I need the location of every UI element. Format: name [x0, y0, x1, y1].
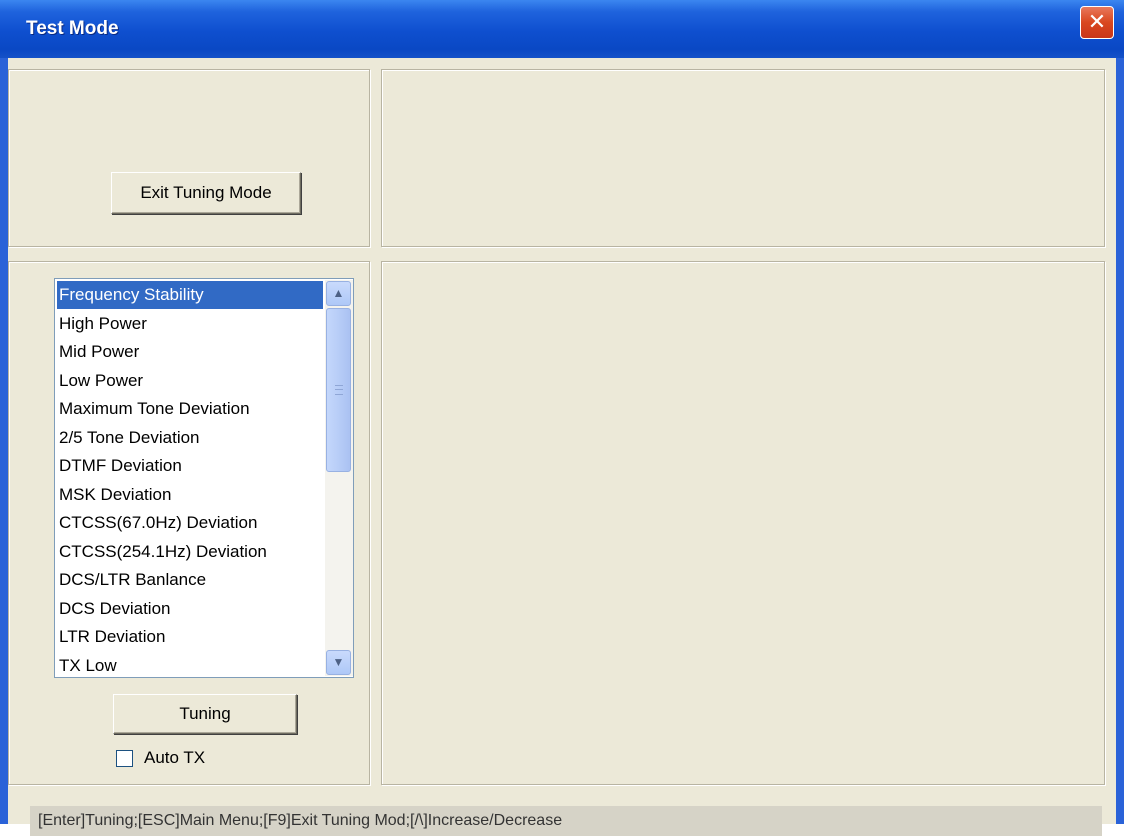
list-item[interactable]: Mid Power: [57, 338, 323, 366]
tuning-item-list[interactable]: Frequency Stability High Power Mid Power Lo…: [54, 278, 354, 678]
test-mode-window: Test Mode ✕ Exit Tuning Mode Frequency S…: [0, 0, 1124, 836]
list-scrollbar[interactable]: ▲ ▼: [325, 280, 353, 676]
exit-tuning-mode-button[interactable]: Exit Tuning Mode: [111, 172, 301, 214]
tuning-detail-panel: [381, 261, 1105, 785]
list-item[interactable]: LTR Deviation: [57, 623, 323, 651]
list-item[interactable]: CTCSS(67.0Hz) Deviation: [57, 509, 323, 537]
list-item[interactable]: DTMF Deviation: [57, 452, 323, 480]
close-icon: ✕: [1087, 9, 1107, 34]
grip-icon: [335, 385, 343, 395]
list-item[interactable]: Frequency Stability: [57, 281, 323, 309]
chevron-down-icon: ▼: [332, 655, 345, 669]
title-bar[interactable]: Test Mode ✕: [0, 0, 1124, 58]
auto-tx-label: Auto TX: [144, 748, 206, 767]
list-item[interactable]: DCS/LTR Banlance: [57, 566, 323, 594]
auto-tx-checkbox[interactable]: [116, 750, 133, 767]
list-item[interactable]: MSK Deviation: [57, 481, 323, 509]
list-item[interactable]: DCS Deviation: [57, 595, 323, 623]
status-text: [Enter]Tuning;[ESC]Main Menu;[F9]Exit Tu…: [38, 812, 563, 829]
control-panel-top: Exit Tuning Mode: [8, 69, 370, 247]
client-area: Exit Tuning Mode Frequency Stability High…: [8, 58, 1116, 836]
chevron-up-icon: ▲: [332, 286, 345, 300]
close-button[interactable]: ✕: [1080, 6, 1114, 39]
scroll-down-button[interactable]: ▼: [326, 650, 351, 675]
list-item[interactable]: High Power: [57, 310, 323, 338]
scroll-up-button[interactable]: ▲: [326, 281, 351, 306]
scroll-thumb[interactable]: [326, 308, 351, 472]
list-item[interactable]: Low Power: [57, 367, 323, 395]
tuning-button[interactable]: Tuning: [113, 694, 297, 734]
list-item[interactable]: 2/5 Tone Deviation: [57, 424, 323, 452]
list-item[interactable]: CTCSS(254.1Hz) Deviation: [57, 538, 323, 566]
list-item[interactable]: Maximum Tone Deviation: [57, 395, 323, 423]
info-panel-top: [381, 69, 1105, 247]
window-title: Test Mode: [26, 18, 119, 39]
list-item[interactable]: TX Low: [57, 652, 323, 678]
status-bar: [Enter]Tuning;[ESC]Main Menu;[F9]Exit Tu…: [30, 806, 1102, 836]
